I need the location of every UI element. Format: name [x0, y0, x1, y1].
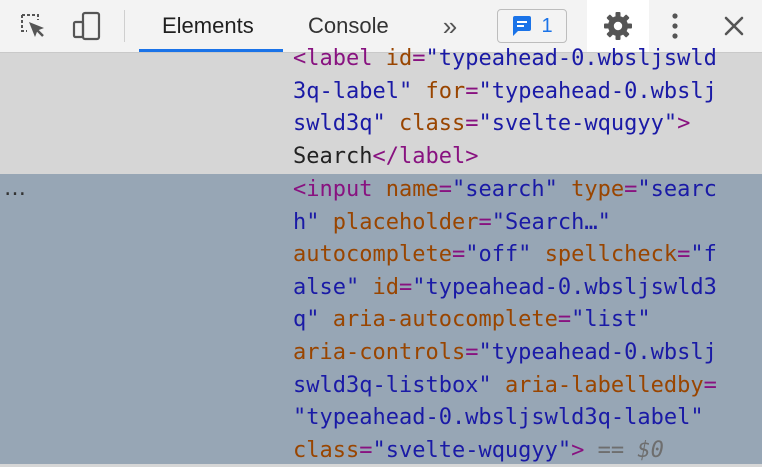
attribute-name: id — [385, 46, 413, 71]
tag-token: = — [465, 340, 479, 365]
node-actions-ellipsis[interactable]: … — [4, 176, 26, 201]
code-line: autocomplete="off" spellcheck="f — [293, 239, 717, 272]
code-line: alse" id="typeahead-0.wbsljswld3 — [293, 272, 717, 305]
tab-elements-label: Elements — [162, 13, 254, 38]
code-line: <input name="search" type="searc — [293, 174, 717, 207]
attribute-value: alse" — [293, 274, 360, 300]
attribute-name: class — [293, 437, 360, 463]
attribute-value: "svelte-wqugyy" — [372, 437, 572, 463]
tag-token: > — [571, 437, 585, 463]
device-toolbar-icon — [72, 11, 101, 41]
attribute-value: q" — [293, 307, 320, 333]
attribute-name: placeholder — [332, 209, 479, 235]
attribute-value: "svelte-wqugyy" — [478, 111, 678, 137]
issues-counter-button[interactable]: 1 — [497, 9, 567, 43]
inspect-element-icon — [21, 14, 44, 37]
attribute-name: aria-labelledby — [504, 372, 704, 398]
active-tab-indicator — [139, 49, 283, 52]
issues-message-icon — [513, 16, 532, 36]
attribute-value: "Search…" — [491, 209, 611, 235]
tag-token: = — [451, 242, 466, 268]
gear-icon — [604, 12, 632, 40]
attribute-value: "search" — [451, 177, 558, 202]
attribute-value: "typeahead-0.wbsljswld3q-label" — [293, 405, 704, 431]
attribute-value: "typeahead-0.wbslj — [478, 340, 717, 365]
close-devtools-button[interactable] — [718, 10, 750, 42]
device-toolbar-button[interactable] — [68, 9, 104, 43]
attribute-name: aria-autocomplete — [332, 307, 558, 333]
more-tabs-button[interactable]: » — [436, 10, 460, 42]
code-line: swld3q-listbox" aria-labelledby= — [293, 370, 717, 403]
tag-token: = — [624, 177, 638, 202]
tag-token: = — [465, 111, 479, 137]
code-line: class="svelte-wqugyy"> == $0 — [293, 435, 664, 467]
attribute-value: swld3q-listbox" — [293, 372, 492, 398]
chevron-double-right-icon: » — [442, 10, 458, 41]
code-line: aria-controls="typeahead-0.wbslj — [293, 337, 717, 370]
tag-token: = — [478, 209, 492, 235]
tag-token: = — [557, 307, 572, 333]
issues-count: 1 — [541, 14, 553, 37]
attribute-name: autocomplete — [293, 242, 452, 268]
tag-token: </label> — [372, 143, 479, 169]
tag-token: = — [359, 437, 373, 463]
tag-token: = — [398, 274, 413, 300]
attribute-value: "searc — [637, 177, 717, 202]
tag-token: = — [438, 177, 452, 202]
attribute-value: "typeahead-0.wbslj — [478, 78, 717, 104]
attribute-value: swld3q" — [293, 111, 386, 137]
tag-token: = — [412, 46, 426, 71]
code-line: 3q-label" for="typeahead-0.wbslj — [293, 76, 717, 109]
code-line: <label id="typeahead-0.wbsljswld — [293, 43, 717, 76]
attribute-name: for — [425, 78, 466, 104]
attribute-value: 3q-label" — [293, 78, 413, 104]
attribute-value: "list" — [571, 307, 651, 333]
attribute-value: "typeahead-0.wbsljswld — [425, 46, 717, 71]
toolbar-divider — [124, 10, 125, 42]
tag-token: = — [465, 78, 479, 104]
tag-token: = — [703, 372, 717, 398]
code-line: "typeahead-0.wbsljswld3q-label" — [293, 402, 704, 435]
close-icon — [724, 16, 744, 36]
code-line: h" placeholder="Search…" — [293, 207, 611, 240]
attribute-value: "off" — [465, 242, 532, 268]
attribute-name: type — [571, 177, 625, 202]
attribute-value: h" — [293, 209, 320, 235]
attribute-name: name — [385, 177, 439, 202]
code-line: Search</label> — [293, 141, 478, 174]
attribute-value: "f — [690, 242, 717, 268]
attribute-name: id — [372, 274, 399, 300]
code-line: swld3q" class="svelte-wqugyy"> — [293, 108, 690, 141]
selected-node-marker: == $0 — [597, 437, 664, 463]
code-line: q" aria-autocomplete="list" — [293, 304, 651, 337]
tag-token: > — [677, 111, 691, 137]
customize-menu-button[interactable] — [662, 10, 688, 42]
tab-elements[interactable]: Elements — [162, 0, 254, 52]
attribute-name: aria-controls — [293, 340, 466, 365]
attribute-value: "typeahead-0.wbsljswld3 — [412, 274, 717, 300]
attribute-name: class — [398, 111, 466, 137]
inspect-element-button[interactable] — [16, 10, 50, 42]
text-token: Search — [293, 143, 373, 169]
tag-token: <label — [293, 46, 386, 71]
tag-token: <input — [293, 177, 386, 202]
elements-dom-tree: … <label id="typeahead-0.wbsljswld 3q-lab… — [0, 46, 762, 467]
kebab-menu-icon — [672, 13, 678, 39]
attribute-name: spellcheck — [544, 242, 678, 268]
tag-token: = — [677, 242, 691, 268]
tab-console-label: Console — [308, 13, 389, 38]
